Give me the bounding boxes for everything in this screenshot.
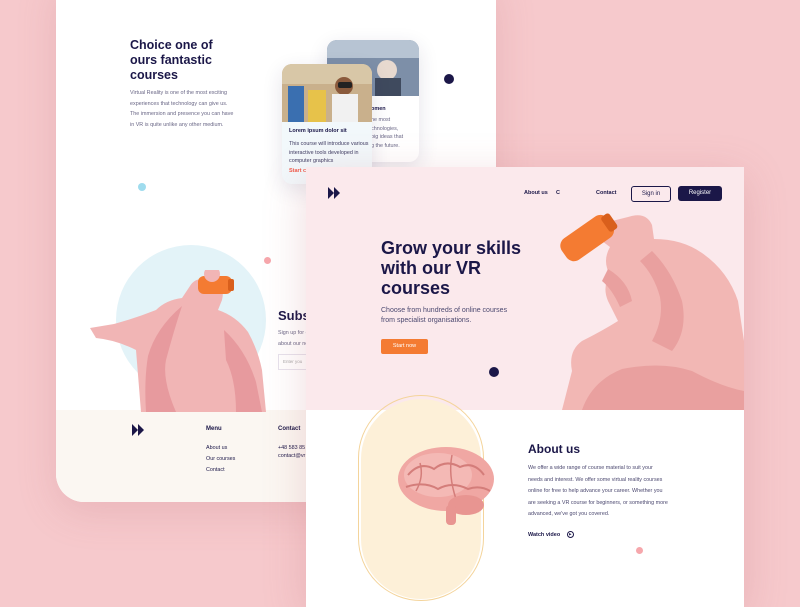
logo-icon[interactable] xyxy=(328,187,342,199)
watch-video-label: Watch video xyxy=(528,531,561,538)
decorative-dot xyxy=(444,74,454,84)
brain-image xyxy=(398,447,494,525)
decorative-dot xyxy=(264,257,271,264)
about-title: About us xyxy=(528,442,580,456)
subscribe-input-placeholder: Enter you xyxy=(283,359,303,364)
course-card-primary-title: Lorem ipsum dolor sit xyxy=(289,128,347,134)
hero-title: Grow your skills with our VR courses xyxy=(381,238,522,298)
course-card-primary-image xyxy=(282,64,372,122)
footer-menu-contact[interactable]: Contact xyxy=(206,465,225,476)
footer-contact-heading: Contact xyxy=(278,426,301,432)
course-card-primary-body: This course will introduce various inter… xyxy=(289,141,369,164)
footer-menu-heading: Menu xyxy=(206,426,222,432)
start-now-button[interactable]: Start now xyxy=(381,339,428,354)
thinker-statue-vr-image xyxy=(560,213,744,410)
course-card-primary[interactable]: Lorem ipsum dolor sit This course will i… xyxy=(282,64,372,184)
front-page-mockup: About us C Contact Sign in Register Grow… xyxy=(306,167,744,607)
decorative-dot xyxy=(138,183,146,191)
courses-description: Virtual Reality is one of the most excit… xyxy=(130,90,234,128)
hero-subtitle: Choose from hundreds of online courses f… xyxy=(381,307,508,324)
course-card-secondary-title: omen xyxy=(371,106,386,112)
decorative-dot xyxy=(489,367,499,377)
course-card-primary-link[interactable]: Start c xyxy=(289,168,306,174)
footer-logo-icon xyxy=(132,424,144,436)
footer-contact-email[interactable]: contact@vr xyxy=(278,451,305,462)
about-body: We offer a wide range of course material… xyxy=(528,465,668,517)
courses-title: Choice one of ours fantastic courses xyxy=(130,38,213,82)
course-card-secondary-body: he most chnologies, big ideas that g the… xyxy=(371,117,404,149)
footer-menu-about[interactable]: About us xyxy=(206,443,227,454)
play-icon: ▶ xyxy=(566,531,574,538)
apollo-statue-vr-image xyxy=(90,270,266,412)
footer-menu-courses[interactable]: Our courses xyxy=(206,454,235,465)
decorative-dot xyxy=(636,547,643,554)
watch-video-link[interactable]: Watch video ▶ xyxy=(528,531,574,538)
